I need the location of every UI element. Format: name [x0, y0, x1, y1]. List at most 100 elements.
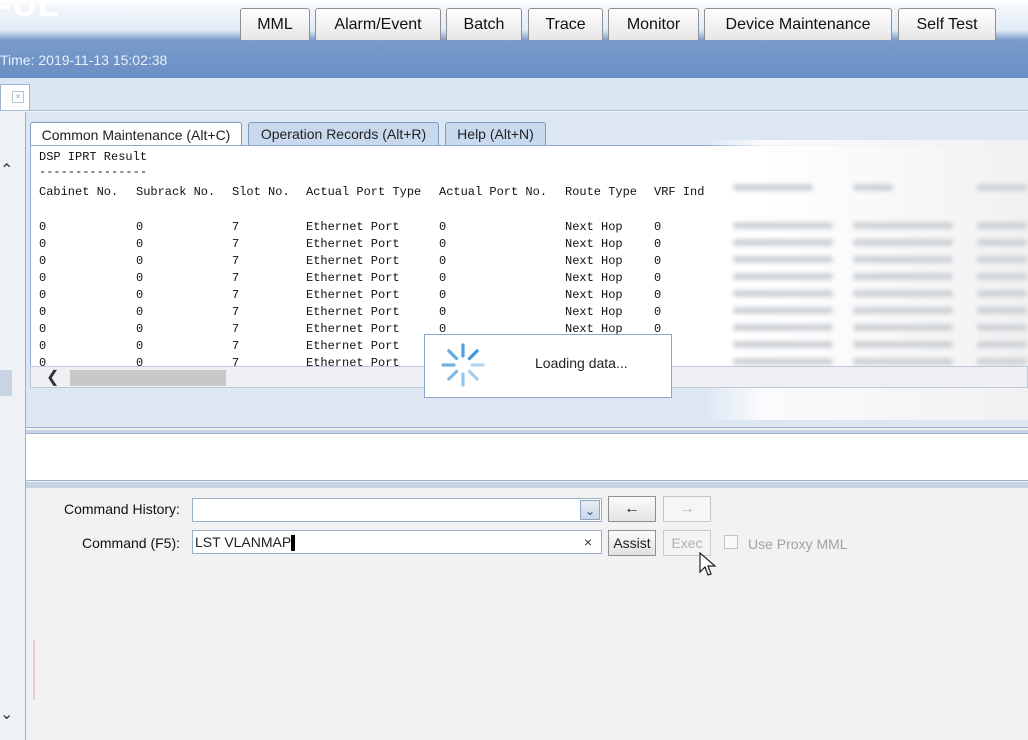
chevron-up-icon[interactable]: ⌃	[0, 160, 13, 180]
self-test-button[interactable]: Self Test	[898, 8, 996, 40]
table-cell: Ethernet Port	[306, 339, 400, 353]
blurred-header	[977, 184, 1027, 191]
scrollbar-thumb[interactable]	[70, 370, 226, 386]
chevron-down-icon[interactable]: ⌄	[580, 500, 600, 520]
command-area	[26, 488, 1028, 740]
table-cell: Next Hop	[565, 288, 623, 302]
spinner-petal	[447, 349, 459, 361]
column-header: VRF Ind	[654, 185, 705, 199]
blurred-cell	[977, 324, 1027, 331]
column-header: Cabinet No.	[39, 185, 119, 199]
rail-selection-marker[interactable]	[0, 370, 12, 396]
command-input-value: LST VLANMAP	[195, 534, 292, 550]
table-cell: Ethernet Port	[306, 305, 400, 319]
table-cell: Ethernet Port	[306, 271, 400, 285]
blurred-cell	[977, 341, 1027, 348]
table-cell: 0	[654, 305, 662, 319]
spinner-petal	[467, 369, 479, 381]
result-title: DSP IPRT Result	[39, 150, 148, 164]
table-cell: 0	[39, 305, 47, 319]
column-header: Actual Port No.	[439, 185, 548, 199]
table-cell: 0	[39, 288, 47, 302]
chevron-down-icon[interactable]: ⌄	[0, 704, 13, 724]
table-cell: 0	[136, 271, 144, 285]
command-input[interactable]: LST VLANMAP	[192, 530, 602, 554]
alarm-event-button[interactable]: Alarm/Event	[315, 8, 441, 40]
mml-button[interactable]: MML	[240, 8, 310, 40]
scroll-left-icon[interactable]: ❮	[46, 367, 59, 387]
table-cell: Next Hop	[565, 254, 623, 268]
table-cell: Next Hop	[565, 271, 623, 285]
blurred-header	[733, 184, 813, 191]
table-cell: 0	[39, 271, 47, 285]
blurred-header	[853, 184, 893, 191]
monitor-button[interactable]: Monitor	[608, 8, 699, 40]
table-cell: 7	[232, 220, 240, 234]
table-cell: 0	[439, 254, 447, 268]
table-cell: 7	[232, 288, 240, 302]
history-back-button[interactable]: ←	[608, 496, 656, 522]
spinner-petal	[447, 369, 459, 381]
blurred-cell	[733, 358, 833, 365]
tab-operation-records[interactable]: Operation Records (Alt+R)	[248, 122, 439, 146]
app-logo: -UL	[0, 0, 60, 24]
result-underline: ---------------	[39, 165, 148, 179]
table-cell: Next Hop	[565, 305, 623, 319]
use-proxy-mml-checkbox[interactable]	[724, 535, 738, 549]
blurred-cell	[853, 341, 953, 348]
spinner-icon	[441, 343, 485, 387]
command-result-strip	[26, 433, 1028, 481]
table-cell: 0	[439, 237, 447, 251]
table-cell: 7	[232, 237, 240, 251]
table-cell: Ethernet Port	[306, 322, 400, 336]
blurred-cell	[733, 222, 833, 229]
command-history-label: Command History:	[64, 501, 180, 517]
table-cell: Ethernet Port	[306, 237, 400, 251]
clear-icon[interactable]: ×	[584, 534, 592, 550]
table-cell: 0	[39, 254, 47, 268]
table-cell: Ethernet Port	[306, 288, 400, 302]
blurred-cell	[733, 290, 833, 297]
blurred-cell	[853, 307, 953, 314]
text-caret	[291, 535, 296, 552]
command-history-input[interactable]	[192, 498, 602, 522]
table-cell: 0	[654, 237, 662, 251]
table-cell: 7	[232, 339, 240, 353]
table-cell: 7	[232, 305, 240, 319]
table-cell: 0	[39, 322, 47, 336]
table-cell: 0	[136, 339, 144, 353]
device-maintenance-button[interactable]: Device Maintenance	[704, 8, 892, 40]
document-tab-strip	[0, 78, 1028, 111]
history-forward-button[interactable]: →	[663, 496, 711, 522]
blurred-cell	[977, 222, 1027, 229]
table-cell: 0	[439, 305, 447, 319]
command-label: Command (F5):	[82, 535, 181, 551]
mouse-pointer-icon	[699, 552, 717, 576]
spinner-petal	[467, 349, 479, 361]
trace-button[interactable]: Trace	[528, 8, 603, 40]
table-cell: 7	[232, 271, 240, 285]
table-cell: 0	[654, 288, 662, 302]
table-cell: 0	[39, 220, 47, 234]
blurred-cell	[733, 273, 833, 280]
blurred-cell	[853, 358, 953, 365]
assist-button[interactable]: Assist	[608, 530, 656, 556]
tab-help[interactable]: Help (Alt+N)	[445, 122, 546, 146]
blurred-cell	[977, 256, 1027, 263]
batch-button[interactable]: Batch	[446, 8, 522, 40]
blurred-cell	[977, 273, 1027, 280]
table-cell: 0	[439, 220, 447, 234]
time-label: Time: 2019-11-13 15:02:38	[0, 52, 168, 68]
blurred-cell	[853, 256, 953, 263]
blurred-cell	[977, 358, 1027, 365]
table-cell: 0	[39, 339, 47, 353]
blurred-cell	[853, 239, 953, 246]
close-icon[interactable]: ×	[12, 91, 24, 103]
blurred-cell	[733, 256, 833, 263]
column-header: Route Type	[565, 185, 638, 199]
column-header: Subrack No.	[136, 185, 216, 199]
tab-common-maintenance[interactable]: Common Maintenance (Alt+C)	[30, 122, 242, 147]
table-cell: 0	[654, 271, 662, 285]
use-proxy-mml-label: Use Proxy MML	[748, 536, 848, 552]
blurred-cell	[853, 222, 953, 229]
